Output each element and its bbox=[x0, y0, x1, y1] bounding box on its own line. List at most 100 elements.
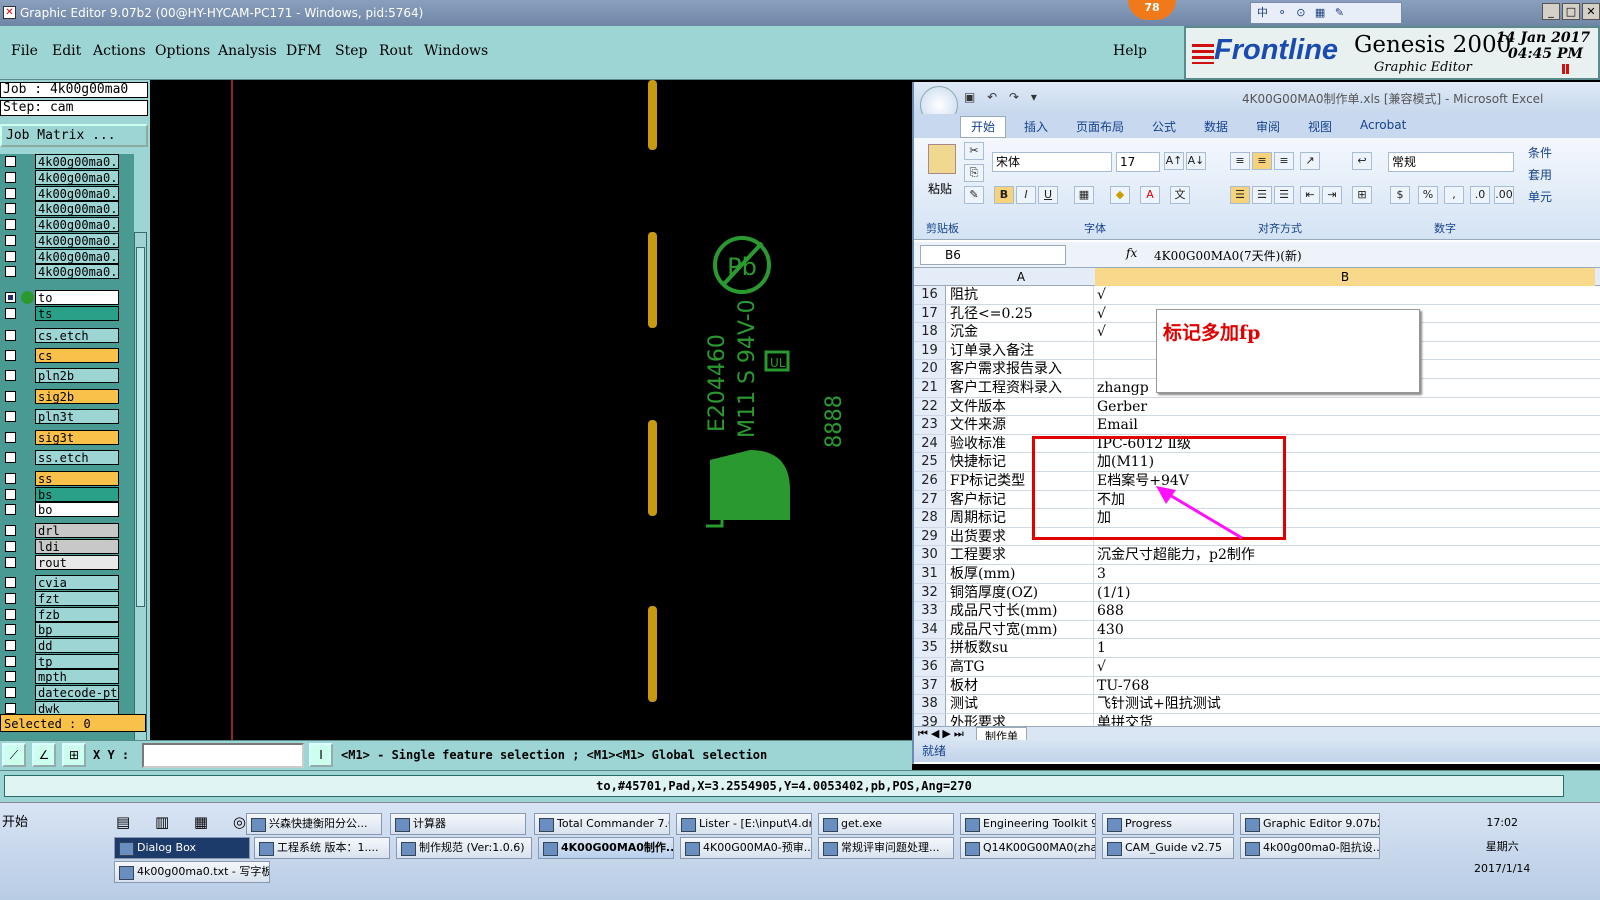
layer-checkbox[interactable] bbox=[5, 370, 16, 381]
cell-a[interactable]: 沉金 bbox=[948, 323, 1094, 341]
layer-row[interactable]: ss bbox=[0, 471, 134, 486]
row-number[interactable]: 34 bbox=[914, 620, 946, 639]
layer-row[interactable]: fzt bbox=[0, 591, 134, 606]
accounting-icon[interactable]: $ bbox=[1390, 186, 1410, 204]
layer-row[interactable]: ldi bbox=[0, 539, 134, 554]
scrollbar-thumb[interactable] bbox=[136, 247, 145, 607]
layer-row[interactable]: to bbox=[0, 290, 134, 305]
layer-row[interactable]: bo bbox=[0, 502, 134, 517]
tab-data[interactable]: 数据 bbox=[1204, 118, 1228, 135]
wrap-text-icon[interactable]: ↩ bbox=[1352, 152, 1372, 170]
graphic-canvas[interactable]: Pb E204460 M11 S 94V-0 8888 UL bbox=[150, 80, 912, 740]
increase-decimal-icon[interactable]: .0 bbox=[1470, 186, 1490, 204]
menu-analysis[interactable]: Analysis bbox=[218, 43, 277, 59]
row-number[interactable]: 39 bbox=[914, 713, 946, 726]
layer-row[interactable]: ts bbox=[0, 306, 134, 321]
format-table-button[interactable]: 套用 bbox=[1528, 164, 1552, 186]
row-number[interactable]: 35 bbox=[914, 639, 946, 657]
cell-a[interactable]: 铜箔厚度(OZ) bbox=[948, 583, 1094, 602]
cell-b[interactable]: √ bbox=[1095, 286, 1595, 304]
align-top-icon[interactable]: ≡ bbox=[1230, 152, 1250, 170]
row-number[interactable]: 21 bbox=[914, 379, 946, 397]
layer-row[interactable]: pln2b bbox=[0, 368, 134, 383]
job-matrix-button[interactable]: Job Matrix ... bbox=[0, 124, 148, 147]
layer-row[interactable]: tp bbox=[0, 654, 134, 669]
row-number[interactable]: 22 bbox=[914, 397, 946, 416]
layer-checkbox[interactable] bbox=[5, 235, 16, 246]
layer-name[interactable]: cvia bbox=[35, 575, 119, 590]
layer-name[interactable]: pln2b bbox=[35, 368, 119, 383]
layer-name[interactable]: ss bbox=[35, 471, 119, 486]
tab-review[interactable]: 审阅 bbox=[1256, 118, 1280, 135]
layer-row[interactable]: 4k00g00ma0.c bbox=[0, 186, 134, 201]
layer-checkbox[interactable] bbox=[5, 593, 16, 604]
row-number[interactable]: 19 bbox=[914, 341, 946, 360]
cell-a[interactable]: 成品尺寸长(mm) bbox=[948, 602, 1094, 620]
comma-icon[interactable]: , bbox=[1444, 186, 1464, 204]
orientation-icon[interactable]: ↗ bbox=[1300, 152, 1320, 170]
maximize-button[interactable]: □ bbox=[1562, 3, 1580, 20]
taskbar-button[interactable]: 制作规范 (Ver:1.0.6) bbox=[396, 837, 532, 859]
row-number[interactable]: 31 bbox=[914, 565, 946, 583]
row-number[interactable]: 30 bbox=[914, 546, 946, 564]
italic-icon[interactable]: I bbox=[1016, 186, 1036, 204]
align-center-icon[interactable]: ☰ bbox=[1252, 186, 1272, 204]
cell-b[interactable]: 3 bbox=[1095, 565, 1595, 583]
row-number[interactable]: 23 bbox=[914, 416, 946, 434]
layer-name[interactable]: ldi bbox=[35, 539, 119, 554]
layer-name[interactable]: mpth bbox=[35, 669, 119, 684]
layer-checkbox[interactable] bbox=[5, 541, 16, 552]
align-right-icon[interactable]: ☰ bbox=[1274, 186, 1294, 204]
row-number[interactable]: 16 bbox=[914, 286, 946, 304]
font-name-select[interactable]: 宋体 bbox=[992, 152, 1112, 172]
tab-insert[interactable]: 插入 bbox=[1024, 118, 1048, 135]
taskbar-button[interactable]: 4K00G00MA0制作... bbox=[538, 837, 674, 859]
merge-cells-icon[interactable]: ⊞ bbox=[1352, 186, 1372, 204]
layer-checkbox[interactable] bbox=[5, 525, 16, 536]
cell-b[interactable]: 430 bbox=[1095, 621, 1595, 639]
taskbar-button[interactable]: get.exe bbox=[818, 813, 954, 835]
layer-name[interactable]: cs bbox=[35, 348, 119, 363]
tab-formulas[interactable]: 公式 bbox=[1152, 118, 1176, 135]
layer-row[interactable]: datecode-pt bbox=[0, 685, 134, 700]
border-icon[interactable]: ▦ bbox=[1074, 186, 1094, 204]
layer-name[interactable]: bs bbox=[35, 487, 119, 502]
layer-checkbox[interactable] bbox=[5, 473, 16, 484]
menu-dfm[interactable]: DFM bbox=[286, 43, 321, 59]
row-number[interactable]: 28 bbox=[914, 509, 946, 527]
sheet-nav-icon[interactable]: ⏮◀▶⏭ bbox=[918, 727, 967, 741]
taskbar-button[interactable]: 常规评审问题处理... bbox=[818, 837, 954, 859]
name-box[interactable]: B6 bbox=[920, 245, 1066, 265]
cell-b[interactable]: TU-768 bbox=[1095, 677, 1595, 695]
layer-checkbox[interactable] bbox=[5, 452, 16, 463]
increase-indent-icon[interactable]: ⇥ bbox=[1322, 186, 1342, 204]
layer-row[interactable]: mpth bbox=[0, 669, 134, 684]
layer-row[interactable]: fzb bbox=[0, 607, 134, 622]
layer-checkbox[interactable] bbox=[5, 308, 16, 319]
minimize-button[interactable]: _ bbox=[1542, 3, 1560, 20]
cell-a[interactable]: 高TG bbox=[948, 658, 1094, 676]
tab-acrobat[interactable]: Acrobat bbox=[1360, 118, 1406, 132]
start-button[interactable]: 开始 bbox=[2, 811, 28, 830]
layer-checkbox[interactable] bbox=[5, 251, 16, 262]
layer-row[interactable]: 4k00g00ma0.c bbox=[0, 249, 134, 264]
layer-checkbox[interactable] bbox=[5, 624, 16, 635]
layer-checkbox[interactable] bbox=[5, 350, 16, 361]
fx-icon[interactable]: fx bbox=[1126, 246, 1137, 260]
layer-name[interactable]: 4k00g00ma0.c bbox=[35, 201, 119, 216]
layer-checkbox[interactable] bbox=[5, 656, 16, 667]
layer-name[interactable]: to bbox=[35, 290, 119, 305]
menu-edit[interactable]: Edit bbox=[52, 43, 81, 59]
taskbar-button[interactable]: 4k00g00ma0.txt - 写字板 bbox=[114, 861, 270, 883]
col-a-header[interactable]: A bbox=[948, 268, 1094, 286]
align-bottom-icon[interactable]: ≡ bbox=[1274, 152, 1294, 170]
taskbar-button[interactable]: Total Commander 7.0... bbox=[534, 813, 670, 835]
taskbar-button[interactable]: 工程系统 版本：1.... bbox=[254, 837, 390, 859]
cell-a[interactable]: 板材 bbox=[948, 676, 1094, 695]
layer-row[interactable]: 4k00g00ma0.c bbox=[0, 217, 134, 232]
row-number[interactable]: 18 bbox=[914, 323, 946, 341]
layer-checkbox[interactable] bbox=[5, 172, 16, 183]
cell-a[interactable]: 文件来源 bbox=[948, 416, 1094, 434]
cell-a[interactable]: 板厚(mm) bbox=[948, 565, 1094, 583]
layer-name[interactable]: bo bbox=[35, 502, 119, 517]
